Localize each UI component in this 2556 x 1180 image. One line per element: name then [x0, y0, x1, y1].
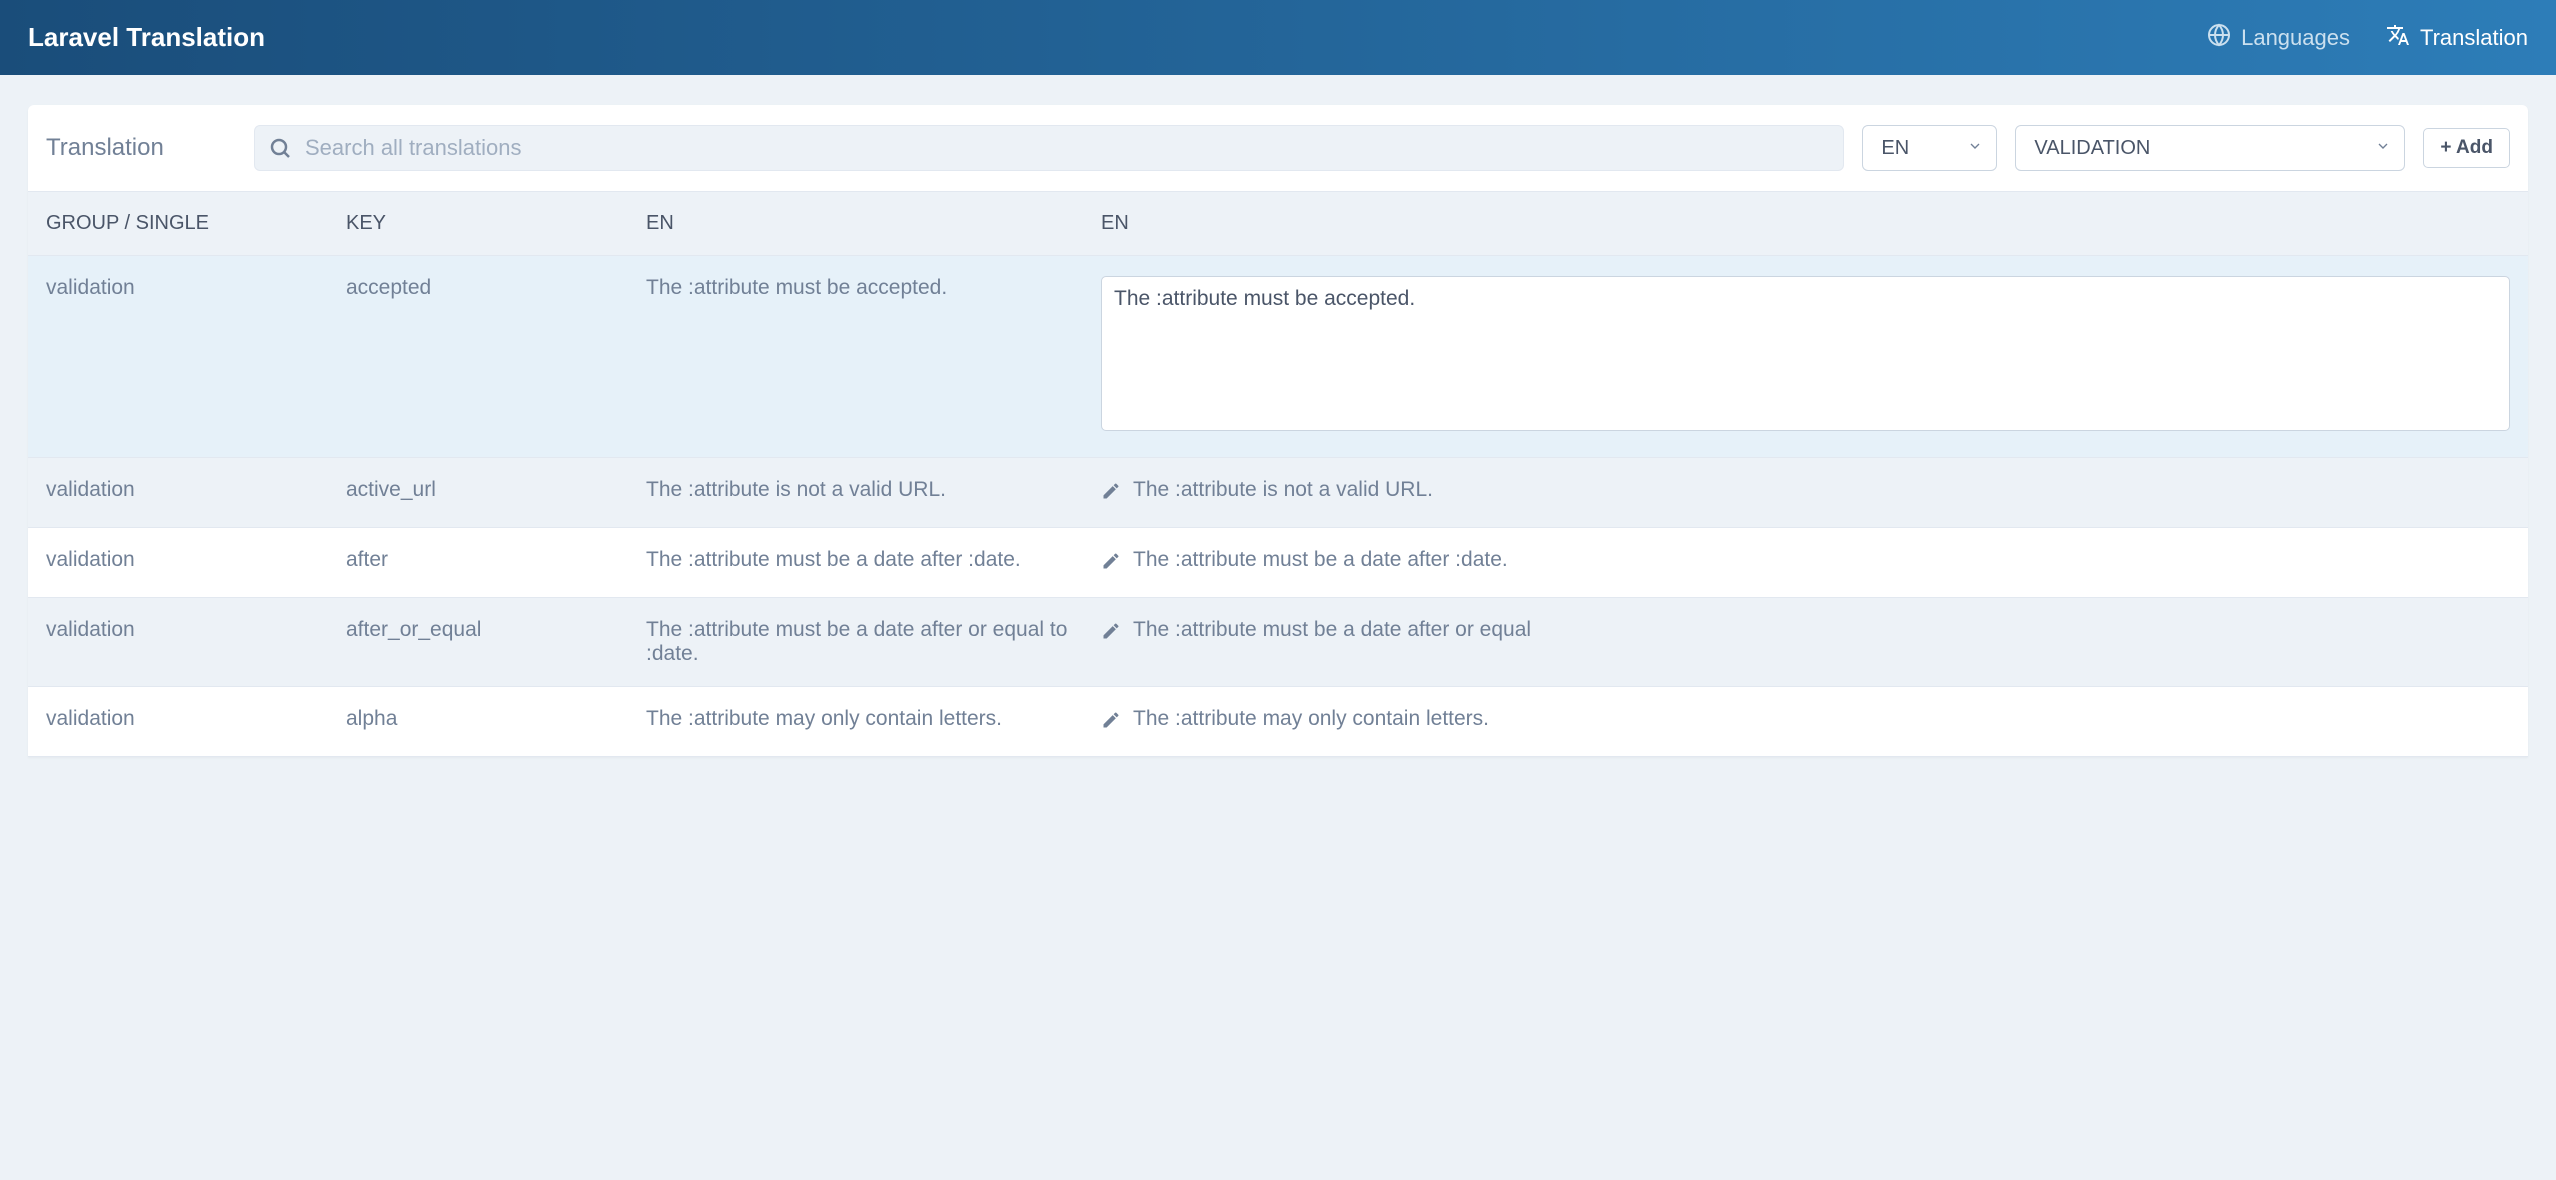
translation-textarea[interactable] [1101, 276, 2510, 431]
cell-group: validation [46, 478, 346, 502]
table-row: validationacceptedThe :attribute must be… [28, 256, 2528, 458]
app-header: Laravel Translation Languages Translatio… [0, 0, 2556, 75]
globe-icon [2207, 23, 2231, 53]
table-body: validationacceptedThe :attribute must be… [28, 256, 2528, 757]
cell-target[interactable]: The :attribute must be a date after :dat… [1101, 548, 2510, 577]
language-select[interactable]: EN [1862, 125, 1997, 171]
cell-source: The :attribute must be accepted. [646, 276, 1101, 300]
add-button[interactable]: + Add [2423, 128, 2510, 168]
nav-languages-label: Languages [2241, 25, 2350, 51]
cell-target[interactable]: The :attribute may only contain letters. [1101, 707, 2510, 736]
translation-text: The :attribute must be a date after or e… [1133, 618, 1531, 642]
cell-group: validation [46, 276, 346, 300]
group-select[interactable]: VALIDATION [2015, 125, 2405, 171]
translation-panel: Translation EN VALIDATION [28, 105, 2528, 757]
table-row: validationafter_or_equalThe :attribute m… [28, 598, 2528, 687]
table-header: GROUP / SINGLE KEY EN EN [28, 192, 2528, 256]
table-row: validationafterThe :attribute must be a … [28, 528, 2528, 598]
col-header-key: KEY [346, 212, 646, 235]
nav-languages[interactable]: Languages [2207, 23, 2350, 53]
cell-key: accepted [346, 276, 646, 300]
col-header-group: GROUP / SINGLE [46, 212, 346, 235]
search-box [254, 125, 1844, 171]
nav-translation[interactable]: Translation [2386, 23, 2528, 53]
group-select-wrap: VALIDATION [2015, 125, 2405, 171]
cell-target[interactable]: The :attribute must be a date after or e… [1101, 618, 2510, 647]
translation-text: The :attribute is not a valid URL. [1133, 478, 1433, 502]
cell-source: The :attribute must be a date after :dat… [646, 548, 1101, 572]
nav-translation-label: Translation [2420, 25, 2528, 51]
panel-title: Translation [46, 134, 236, 162]
cell-target[interactable] [1101, 276, 2510, 437]
cell-key: alpha [346, 707, 646, 731]
nav-links: Languages Translation [2207, 23, 2528, 53]
cell-source: The :attribute is not a valid URL. [646, 478, 1101, 502]
cell-key: after_or_equal [346, 618, 646, 642]
search-input[interactable] [254, 125, 1844, 171]
brand-title: Laravel Translation [28, 22, 265, 53]
cell-group: validation [46, 548, 346, 572]
cell-group: validation [46, 618, 346, 642]
col-header-target: EN [1101, 212, 2510, 235]
translation-text: The :attribute may only contain letters. [1133, 707, 1489, 731]
pencil-icon [1101, 618, 1121, 647]
cell-source: The :attribute must be a date after or e… [646, 618, 1101, 666]
cell-group: validation [46, 707, 346, 731]
cell-source: The :attribute may only contain letters. [646, 707, 1101, 731]
translation-text: The :attribute must be a date after :dat… [1133, 548, 1508, 572]
pencil-icon [1101, 548, 1121, 577]
table-row: validationalphaThe :attribute may only c… [28, 687, 2528, 757]
col-header-source: EN [646, 212, 1101, 235]
translate-icon [2386, 23, 2410, 53]
panel-toolbar: Translation EN VALIDATION [28, 105, 2528, 192]
pencil-icon [1101, 478, 1121, 507]
cell-key: active_url [346, 478, 646, 502]
language-select-wrap: EN [1862, 125, 1997, 171]
cell-key: after [346, 548, 646, 572]
content-wrapper: Translation EN VALIDATION [0, 75, 2556, 757]
cell-target[interactable]: The :attribute is not a valid URL. [1101, 478, 2510, 507]
pencil-icon [1101, 707, 1121, 736]
table-row: validationactive_urlThe :attribute is no… [28, 458, 2528, 528]
